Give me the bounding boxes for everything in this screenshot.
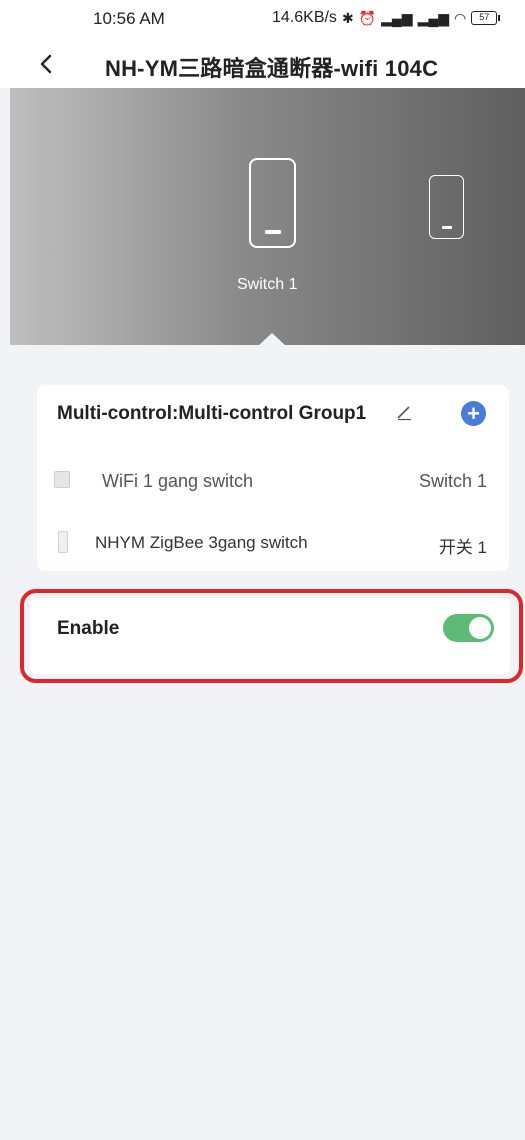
selected-switch-label: Switch 1 — [237, 276, 298, 293]
signal-icon: ▂▄▆ — [381, 9, 413, 26]
device-channel: 开关 1 — [438, 538, 487, 557]
device-thumbnail-icon — [58, 531, 68, 553]
edit-icon[interactable] — [395, 403, 413, 421]
switch-indicator — [441, 226, 452, 229]
list-item[interactable]: NHYM ZigBee 3gang switch 开关 1 — [37, 522, 509, 562]
bluetooth-icon: ✱ — [341, 9, 354, 26]
status-time: 10:56 AM — [93, 9, 165, 28]
selection-pointer — [258, 333, 286, 346]
network-speed: 14.6KB/s — [272, 9, 337, 26]
list-item[interactable]: WiFi 1 gang switch Switch 1 — [37, 460, 509, 500]
alarm-icon: ⏰ — [358, 9, 377, 26]
enable-label: Enable — [57, 618, 120, 639]
switch-1-button[interactable] — [249, 158, 296, 248]
toggle-knob — [469, 617, 491, 639]
add-device-button[interactable]: + — [461, 401, 486, 426]
signal-icon: ▂▄▆ — [417, 9, 450, 26]
battery-icon: 57 — [471, 11, 501, 25]
wifi-icon: ◠ — [454, 9, 467, 26]
enable-card: Enable — [30, 598, 510, 674]
switch-indicator — [264, 230, 281, 234]
device-thumbnail-icon — [54, 471, 70, 488]
device-name: NHYM ZigBee 3gang switch — [95, 533, 308, 552]
nav-bar: NH-YM三路暗盒通断器-wifi 104C — [0, 40, 525, 88]
device-name: WiFi 1 gang switch — [102, 471, 254, 491]
page-title: NH-YM三路暗盒通断器-wifi 104C — [105, 56, 439, 81]
status-bar: 10:56 AM 14.6KB/s ✱ ⏰ ▂▄▆ ▂▄▆ ◠ 57 — [0, 0, 525, 40]
group-title: Multi-control:Multi-control Group1 — [57, 403, 367, 424]
multi-control-group-card: Multi-control:Multi-control Group1 + WiF… — [37, 385, 509, 571]
switch-2-button[interactable] — [429, 175, 464, 239]
enable-toggle[interactable] — [443, 614, 494, 642]
device-channel: Switch 1 — [418, 471, 487, 491]
back-icon[interactable] — [34, 50, 60, 78]
status-icons: 14.6KB/s ✱ ⏰ ▂▄▆ ▂▄▆ ◠ 57 — [272, 9, 501, 27]
